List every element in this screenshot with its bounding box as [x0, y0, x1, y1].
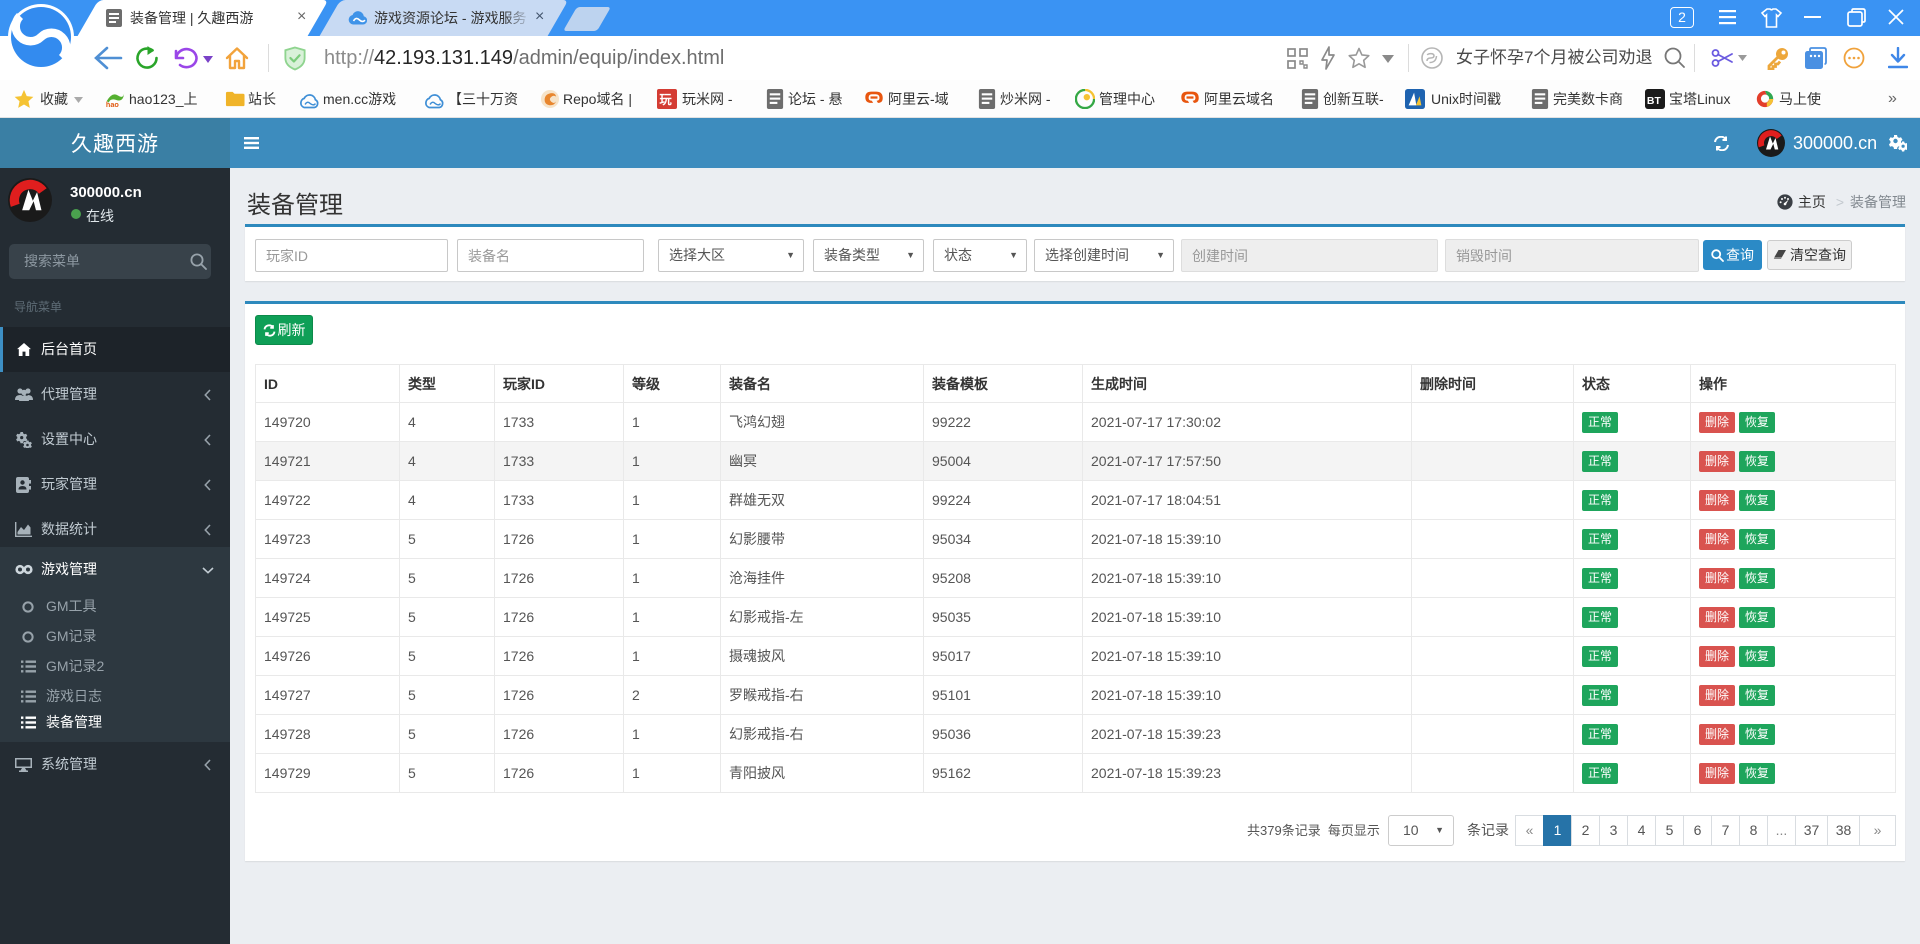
- svg-text:BT: BT: [1647, 96, 1662, 107]
- svg-text:hao: hao: [106, 100, 119, 109]
- svg-text:玩: 玩: [659, 93, 672, 107]
